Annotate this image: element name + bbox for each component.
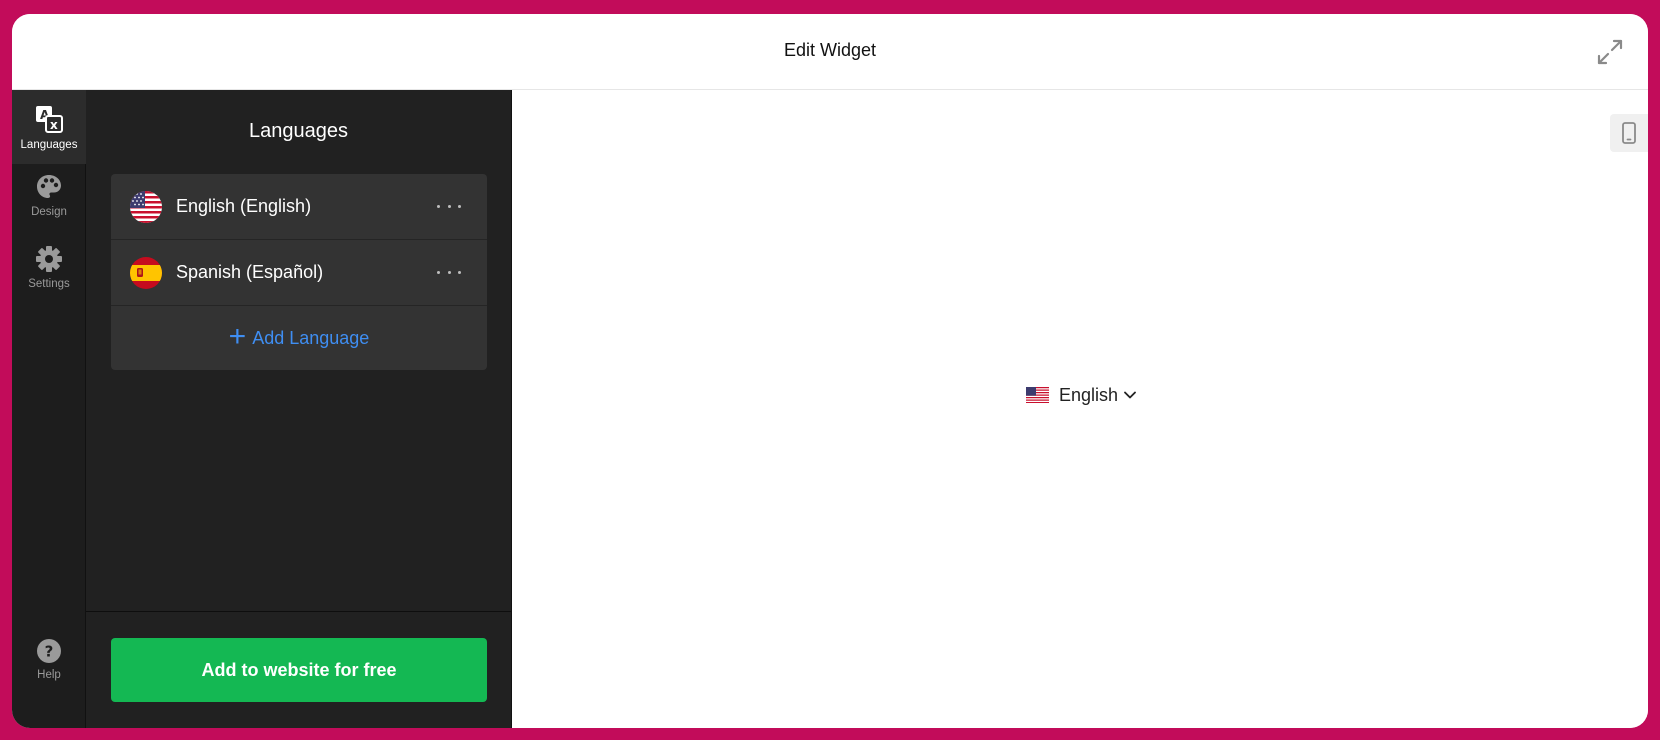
dot-icon — [458, 270, 461, 274]
add-to-website-button[interactable]: Add to website for free — [111, 638, 487, 702]
dot-icon — [458, 204, 461, 208]
device-toggle-button[interactable] — [1610, 114, 1648, 152]
dot-icon — [447, 270, 451, 274]
current-language-label: English — [1059, 384, 1119, 405]
sidebar-item-settings[interactable]: Settings — [12, 230, 86, 304]
sidebar-item-languages[interactable]: A x Languages — [12, 90, 86, 164]
sidebar-item-label: Help — [37, 668, 61, 681]
expand-arrows-icon — [1597, 39, 1623, 65]
top-bar: Edit Widget — [12, 14, 1648, 90]
add-language-button[interactable]: + Add Language — [111, 306, 487, 370]
svg-text:?: ? — [45, 642, 54, 660]
language-item-spanish[interactable]: Spanish (Español) — [111, 240, 487, 306]
us-flag-icon — [1026, 387, 1049, 403]
sidebar-item-design[interactable]: Design — [12, 158, 86, 232]
svg-text:x: x — [50, 118, 58, 132]
question-icon: ? — [37, 638, 61, 663]
mobile-icon — [1622, 122, 1636, 144]
widget-preview: English — [512, 90, 1648, 728]
us-flag-icon — [130, 191, 162, 223]
language-label: English (English) — [176, 196, 312, 216]
chevron-down-icon — [1124, 391, 1136, 399]
dot-icon — [437, 270, 440, 274]
app-window: Edit Widget A x Languages Design Setting… — [12, 14, 1648, 728]
more-options-button[interactable] — [437, 262, 461, 282]
expand-button[interactable] — [1594, 36, 1626, 68]
sidebar-item-label: Design — [31, 205, 67, 218]
language-list: English (English) Spanish (Español) + Ad… — [111, 174, 487, 370]
page-title: Edit Widget — [783, 40, 877, 60]
more-options-button[interactable] — [437, 196, 461, 216]
dot-icon — [447, 204, 451, 208]
translate-icon: A x — [36, 105, 63, 133]
language-label: Spanish (Español) — [176, 262, 324, 282]
language-item-english[interactable]: English (English) — [111, 174, 487, 240]
dot-icon — [437, 204, 440, 208]
panel-divider — [86, 611, 511, 612]
sidebar-item-label: Settings — [28, 277, 70, 290]
sidebar-item-label: Languages — [20, 138, 78, 151]
es-flag-icon — [130, 257, 162, 289]
language-switcher[interactable]: English — [1026, 380, 1136, 410]
gear-icon — [36, 245, 62, 272]
icon-sidebar: A x Languages Design Settings ? Help — [12, 90, 86, 728]
palette-icon — [37, 174, 61, 198]
plus-icon: + — [228, 320, 247, 353]
languages-panel: Languages English (English) Spanish (Esp… — [86, 90, 512, 728]
panel-title: Languages — [249, 120, 348, 142]
add-language-label: Add Language — [252, 327, 370, 348]
sidebar-item-help[interactable]: ? Help — [12, 622, 86, 696]
